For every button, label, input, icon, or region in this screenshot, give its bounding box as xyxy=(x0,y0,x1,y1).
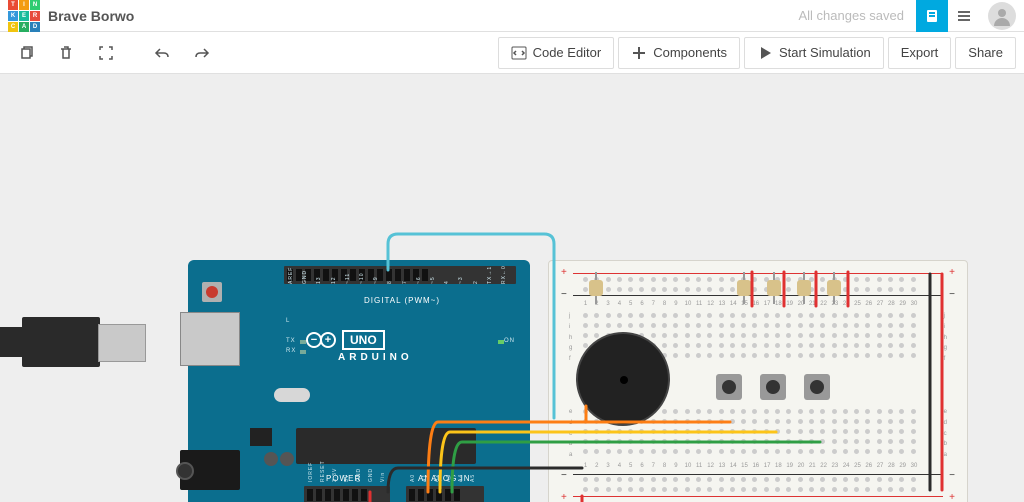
arduino-power-jack xyxy=(180,450,240,490)
start-simulation-button[interactable]: Start Simulation xyxy=(744,37,884,69)
atmega-chip xyxy=(296,428,476,464)
undo-button[interactable] xyxy=(144,35,180,71)
user-avatar[interactable] xyxy=(988,2,1016,30)
piezo-buzzer[interactable] xyxy=(576,332,670,426)
redo-button[interactable] xyxy=(184,35,220,71)
digital-section-label: DIGITAL (PWM~) xyxy=(364,296,440,305)
circuit-canvas[interactable]: DIGITAL (PWM~) POWER ANALOG IN −+ UNO AR… xyxy=(0,74,1024,502)
export-label: Export xyxy=(901,45,939,60)
project-title[interactable]: Brave Borwo xyxy=(48,8,134,24)
arduino-usb-port xyxy=(180,312,240,366)
share-label: Share xyxy=(968,45,1003,60)
arduino-reset-button[interactable] xyxy=(202,282,222,302)
code-editor-button[interactable]: Code Editor xyxy=(498,37,615,69)
resistor-4[interactable] xyxy=(800,274,808,302)
components-label: Components xyxy=(653,45,727,60)
power-pin-header[interactable] xyxy=(304,486,390,502)
usb-cable[interactable] xyxy=(0,310,160,374)
resistor-2[interactable] xyxy=(740,274,748,302)
app-header: TINKERCAD Brave Borwo All changes saved xyxy=(0,0,1024,32)
delete-button[interactable] xyxy=(48,35,84,71)
components-button[interactable]: Components xyxy=(618,37,740,69)
resistor-1[interactable] xyxy=(592,274,600,302)
toolbar: Code Editor Components Start Simulation … xyxy=(0,32,1024,74)
pushbutton-3[interactable] xyxy=(804,374,830,400)
circuit-view-icon[interactable] xyxy=(916,0,948,32)
arduino-uno-board[interactable]: DIGITAL (PWM~) POWER ANALOG IN −+ UNO AR… xyxy=(188,260,530,502)
tinkercad-logo[interactable]: TINKERCAD xyxy=(8,0,40,32)
arduino-brand: −+ UNO xyxy=(306,330,385,350)
resistor-3[interactable] xyxy=(770,274,778,302)
export-button[interactable]: Export xyxy=(888,37,952,69)
arduino-brand-text: ARDUINO xyxy=(338,352,413,363)
schematic-view-icon[interactable] xyxy=(948,0,980,32)
fit-view-button[interactable] xyxy=(88,35,124,71)
resistor-5[interactable] xyxy=(830,274,838,302)
analog-pin-header[interactable] xyxy=(406,486,484,502)
save-status: All changes saved xyxy=(798,8,904,23)
code-editor-label: Code Editor xyxy=(533,45,602,60)
copy-button[interactable] xyxy=(8,35,44,71)
start-sim-label: Start Simulation xyxy=(779,45,871,60)
arduino-model: UNO xyxy=(342,330,385,350)
pushbutton-1[interactable] xyxy=(716,374,742,400)
pushbutton-2[interactable] xyxy=(760,374,786,400)
share-button[interactable]: Share xyxy=(955,37,1016,69)
